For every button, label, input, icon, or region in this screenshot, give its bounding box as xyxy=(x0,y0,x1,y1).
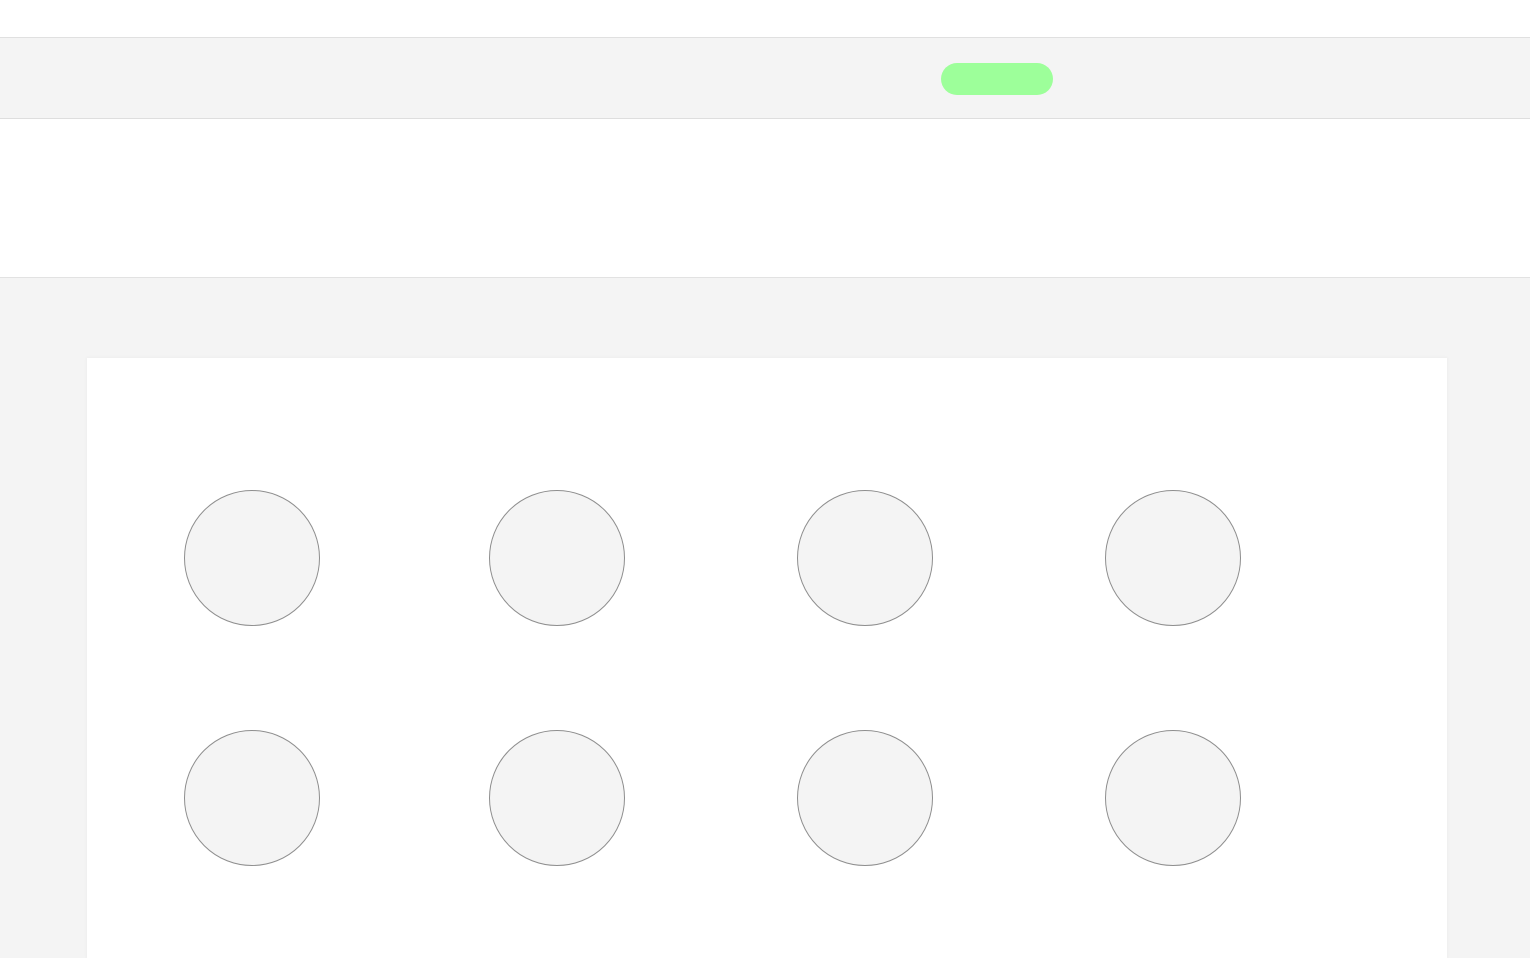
toolbar xyxy=(0,38,1530,119)
circle-button-2[interactable] xyxy=(489,490,625,626)
circle-button-8[interactable] xyxy=(1105,730,1241,866)
circle-button-6[interactable] xyxy=(489,730,625,866)
header-band xyxy=(0,119,1530,278)
content-card xyxy=(87,358,1447,958)
status-pill-button[interactable] xyxy=(941,63,1053,95)
circle-button-7[interactable] xyxy=(797,730,933,866)
circle-button-4[interactable] xyxy=(1105,490,1241,626)
main-area xyxy=(0,278,1530,958)
circle-button-3[interactable] xyxy=(797,490,933,626)
top-bar xyxy=(0,0,1530,38)
circle-button-5[interactable] xyxy=(184,730,320,866)
circle-button-1[interactable] xyxy=(184,490,320,626)
